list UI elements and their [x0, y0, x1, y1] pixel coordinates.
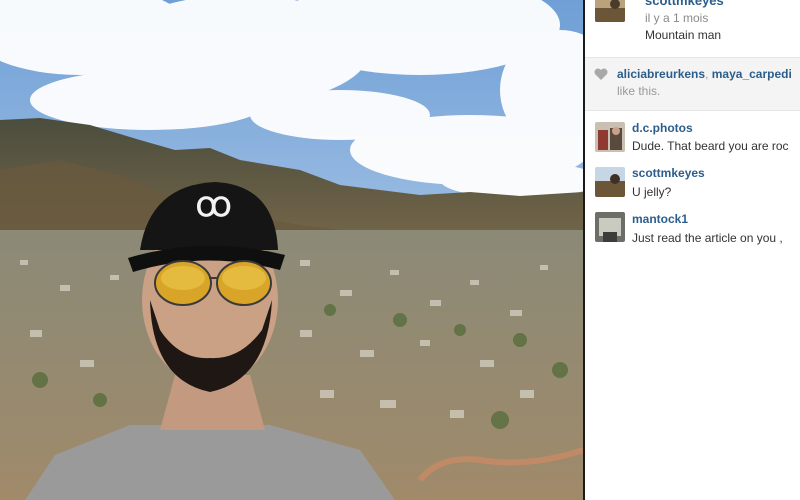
photo-scene: Ꝏ: [0, 0, 583, 500]
comments-panel: scottmkeyes il y a 1 mois Mountain man a…: [585, 0, 800, 500]
heart-icon[interactable]: [594, 68, 608, 80]
author-username[interactable]: scottmkeyes: [645, 0, 724, 8]
liker-1[interactable]: aliciabreurkens: [617, 67, 705, 81]
author-avatar[interactable]: [595, 0, 625, 22]
commenter-avatar[interactable]: [595, 212, 625, 242]
comment-text: U jelly?: [632, 185, 672, 199]
comment-username[interactable]: d.c.photos: [632, 121, 693, 135]
svg-text:Ꝏ: Ꝏ: [196, 193, 231, 222]
commenter-avatar[interactable]: [595, 167, 625, 197]
liker-2[interactable]: maya_carpedi: [712, 67, 792, 81]
comment-username[interactable]: scottmkeyes: [632, 166, 705, 180]
likes-section: aliciabreurkens, maya_carpedi like this.: [585, 58, 800, 110]
comment-text: Just read the article on you ,: [632, 231, 783, 245]
liker-separator: ,: [705, 67, 709, 81]
post-photo[interactable]: Ꝏ: [0, 0, 583, 500]
comment-username[interactable]: mantock1: [632, 212, 688, 226]
commenter-avatar[interactable]: [595, 122, 625, 152]
likers-list: aliciabreurkens, maya_carpedi: [617, 67, 792, 81]
divider: [585, 110, 800, 111]
likes-suffix: like this.: [617, 84, 661, 98]
post-time: il y a 1 mois: [645, 11, 709, 25]
comment-text: Dude. That beard you are roc: [632, 139, 789, 153]
post-caption: Mountain man: [645, 28, 722, 42]
